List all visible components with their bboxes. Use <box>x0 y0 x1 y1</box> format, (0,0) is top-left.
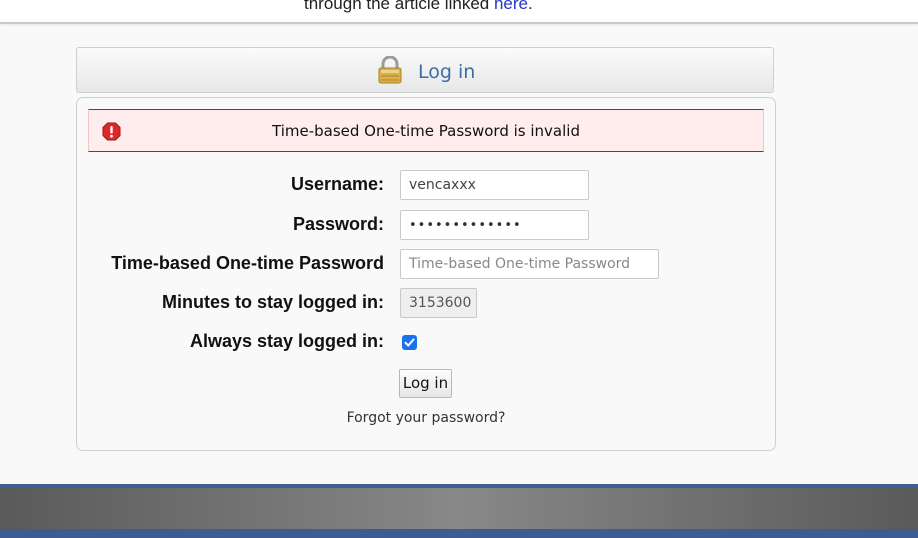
totp-row: Time-based One-time Password Time-based … <box>77 249 775 280</box>
error-message-box: Time-based One-time Password is invalid <box>88 109 764 152</box>
username-label: Username: <box>290 174 384 194</box>
username-input[interactable]: vencaxxx <box>400 170 589 200</box>
password-row: Password: ••••••••••••• <box>77 210 775 241</box>
minutes-row: Minutes to stay logged in: 3153600 <box>77 288 775 319</box>
top-notice-message: through the article linked <box>304 0 494 13</box>
top-notice-text: through the article linked here. <box>304 0 533 14</box>
always-checkbox[interactable] <box>402 335 417 350</box>
login-button[interactable]: Log in <box>399 369 452 398</box>
password-label: Password: <box>292 214 384 234</box>
minutes-input[interactable]: 3153600 <box>400 288 477 318</box>
checkmark-icon <box>404 338 415 347</box>
top-notice-suffix: . <box>527 0 533 13</box>
footer-bar <box>0 484 918 538</box>
totp-label: Time-based One-time Password <box>111 253 384 273</box>
username-row: Username: vencaxxx <box>77 170 775 201</box>
always-row: Always stay logged in: <box>77 327 775 358</box>
minutes-label: Minutes to stay logged in: <box>161 292 384 312</box>
forgot-password-link[interactable]: Forgot your password? <box>77 410 775 426</box>
login-title: Log in <box>418 61 476 83</box>
footer-accent-strip <box>0 529 918 538</box>
top-notice: through the article linked here. <box>0 0 918 24</box>
error-message: Time-based One-time Password is invalid <box>272 122 580 140</box>
lock-icon <box>377 55 403 84</box>
here-link[interactable]: here <box>494 0 528 13</box>
login-panel: Time-based One-time Password is invalid … <box>76 97 776 451</box>
password-input[interactable]: ••••••••••••• <box>400 210 589 240</box>
totp-input[interactable]: Time-based One-time Password <box>400 249 659 279</box>
always-label: Always stay logged in: <box>189 331 384 351</box>
login-header: Log in <box>76 47 774 93</box>
